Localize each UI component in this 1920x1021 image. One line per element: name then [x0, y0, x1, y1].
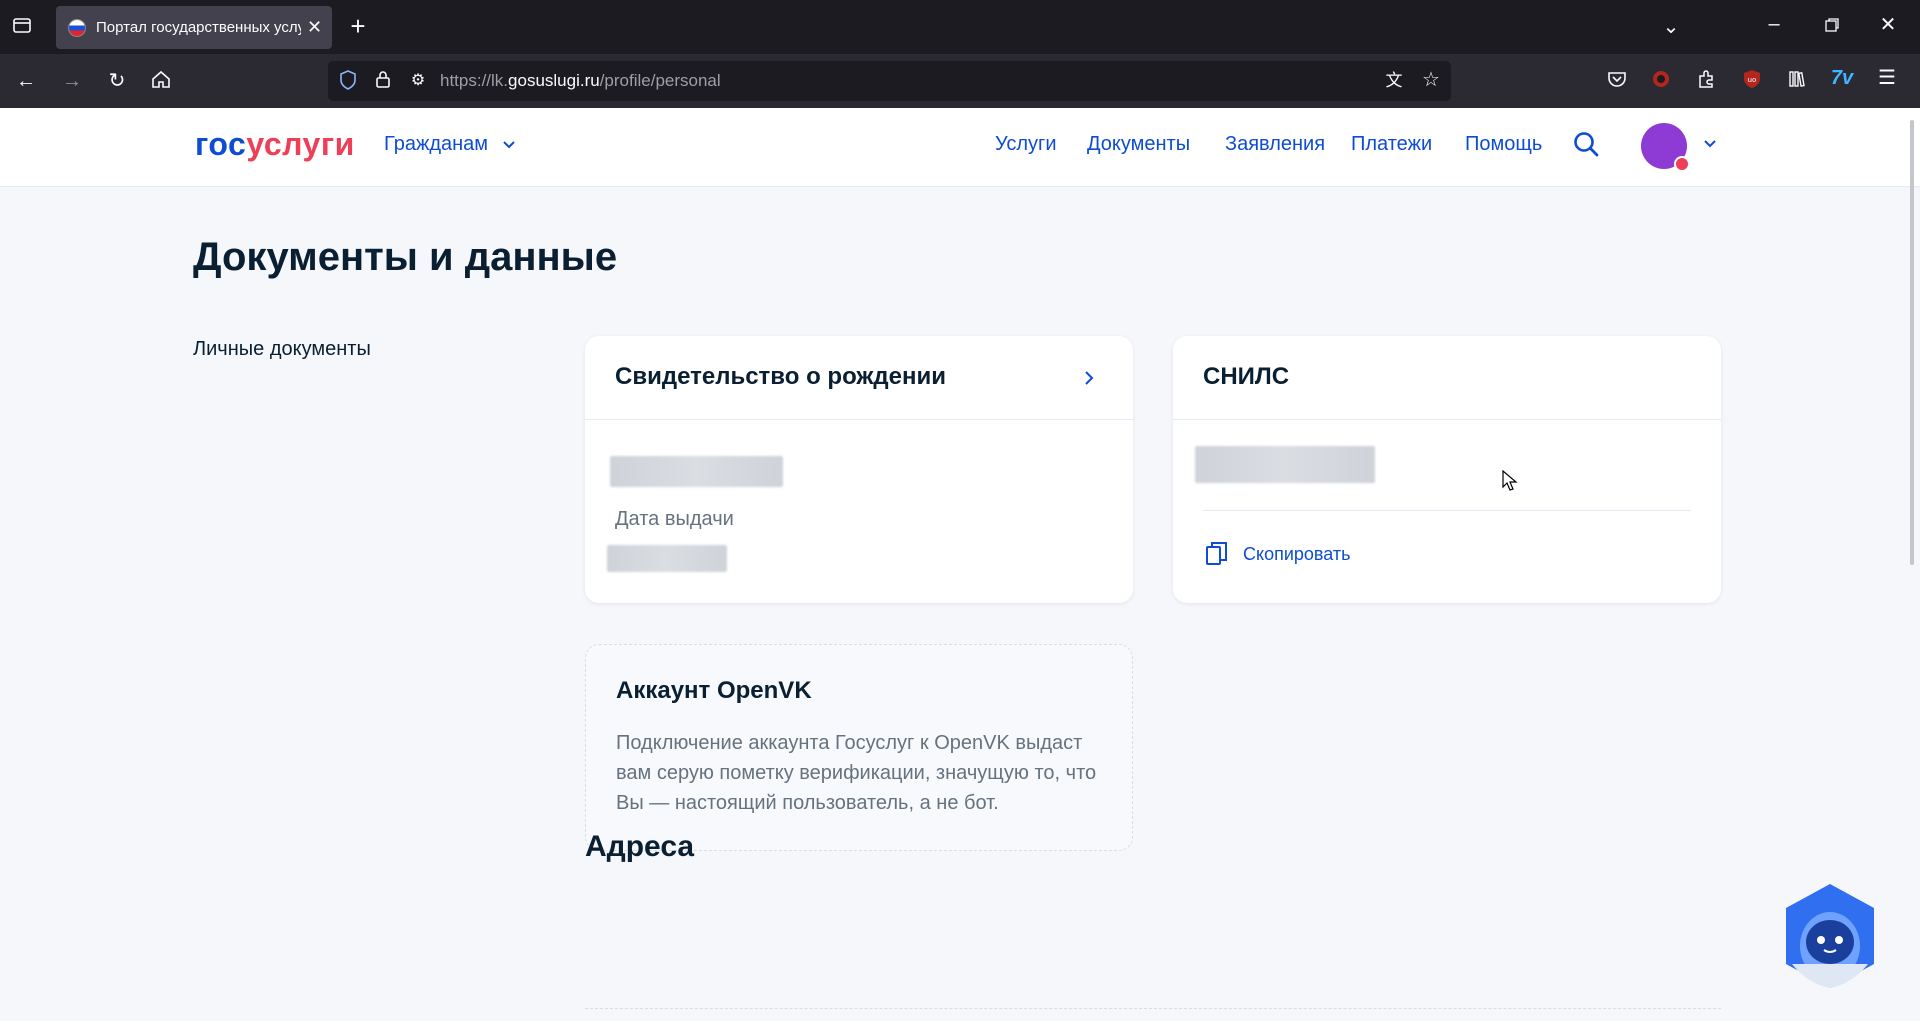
redacted-issue-date	[607, 545, 727, 572]
ublock-icon[interactable]: uo	[1738, 68, 1766, 96]
tab-close-icon[interactable]: ✕	[307, 17, 322, 38]
divider	[1173, 419, 1721, 420]
chat-assistant-icon[interactable]	[1778, 880, 1882, 992]
openvk-description: Подключение аккаунта Госуслуг к OpenVK в…	[616, 732, 1097, 814]
translate-icon[interactable]: 文	[1380, 69, 1408, 93]
page-title: Документы и данные	[193, 235, 618, 279]
issue-date-label: Дата выдачи	[615, 508, 734, 530]
russia-flag-icon	[68, 18, 86, 37]
nav-help[interactable]: Помощь	[1465, 133, 1542, 156]
search-icon[interactable]	[1572, 130, 1600, 158]
nav-documents[interactable]: Документы	[1087, 133, 1190, 156]
copy-icon	[1206, 542, 1227, 565]
restore-icon[interactable]	[1818, 15, 1846, 39]
mouse-cursor-icon	[1502, 470, 1518, 491]
divider	[1203, 510, 1691, 511]
tab-title: Портал государственных услуг	[96, 19, 301, 36]
site-permissions-icon[interactable]: ⚙	[404, 69, 432, 93]
divider	[585, 419, 1133, 420]
page: госуслуги Гражданам Услуги Документы Зая…	[0, 108, 1920, 1020]
back-icon[interactable]: ←	[12, 69, 40, 93]
notification-dot	[1674, 156, 1690, 172]
birth-certificate-card[interactable]: Свидетельство о рождении Дата выдачи	[585, 336, 1133, 603]
gosuslugi-logo[interactable]: госуслуги	[195, 126, 355, 163]
nav-services[interactable]: Услуги	[995, 133, 1057, 156]
extension-tv-icon[interactable]: 7v	[1828, 66, 1856, 90]
new-tab-icon[interactable]: +	[344, 13, 372, 39]
home-icon[interactable]	[147, 68, 175, 96]
redacted-snils-number	[1195, 446, 1375, 483]
nav-applications[interactable]: Заявления	[1225, 133, 1325, 156]
addresses-title: Адреса	[585, 830, 695, 863]
openvk-card[interactable]: Аккаунт OpenVK Подключение аккаунта Госу…	[585, 644, 1133, 851]
redacted-document-number	[610, 456, 783, 487]
pocket-icon[interactable]	[1603, 68, 1631, 96]
chevron-down-icon[interactable]	[1702, 136, 1718, 152]
shield-icon[interactable]	[334, 69, 362, 97]
site-header: госуслуги Гражданам Услуги Документы Зая…	[0, 108, 1920, 187]
minimize-icon[interactable]: –	[1760, 12, 1788, 36]
menu-hamburger-icon[interactable]: ☰	[1873, 66, 1901, 90]
citizens-menu[interactable]: Гражданам	[384, 133, 516, 156]
tab-overview-icon[interactable]	[8, 14, 36, 42]
browser-tab-active[interactable]: Портал государственных услуг ✕	[56, 6, 332, 49]
svg-text:uo: uo	[1748, 76, 1757, 84]
sidebar-item-personal-documents[interactable]: Личные документы	[193, 338, 371, 361]
forward-icon[interactable]: →	[58, 69, 86, 93]
copy-label: Скопировать	[1243, 544, 1351, 564]
addresses-card-edge	[585, 1008, 1721, 1021]
lock-icon[interactable]	[369, 68, 397, 96]
chevron-down-icon	[502, 141, 515, 149]
url-text[interactable]: https://lk.gosuslugi.ru/profile/personal	[440, 71, 721, 91]
tab-list-chevron-icon[interactable]: ⌄	[1657, 15, 1685, 39]
library-icon[interactable]	[1783, 68, 1811, 96]
page-scrollbar[interactable]	[1910, 120, 1914, 565]
copy-button[interactable]: Скопировать	[1205, 540, 1375, 570]
extension-red-icon[interactable]	[1647, 68, 1675, 96]
snils-title: СНИЛС	[1203, 363, 1290, 390]
birth-certificate-title: Свидетельство о рождении	[615, 363, 947, 390]
extensions-puzzle-icon[interactable]	[1692, 68, 1720, 96]
openvk-title: Аккаунт OpenVK	[616, 677, 812, 704]
chevron-right-icon[interactable]	[1083, 370, 1095, 386]
browser-tab-bar: Портал государственных услуг ✕ + ⌄ – ✕	[0, 0, 1920, 54]
reload-icon[interactable]: ↻	[103, 69, 131, 93]
bookmark-star-icon[interactable]: ☆	[1417, 68, 1445, 92]
close-window-icon[interactable]: ✕	[1874, 13, 1902, 37]
nav-payments[interactable]: Платежи	[1351, 133, 1432, 156]
snils-card[interactable]: СНИЛС Скопировать	[1173, 336, 1721, 603]
